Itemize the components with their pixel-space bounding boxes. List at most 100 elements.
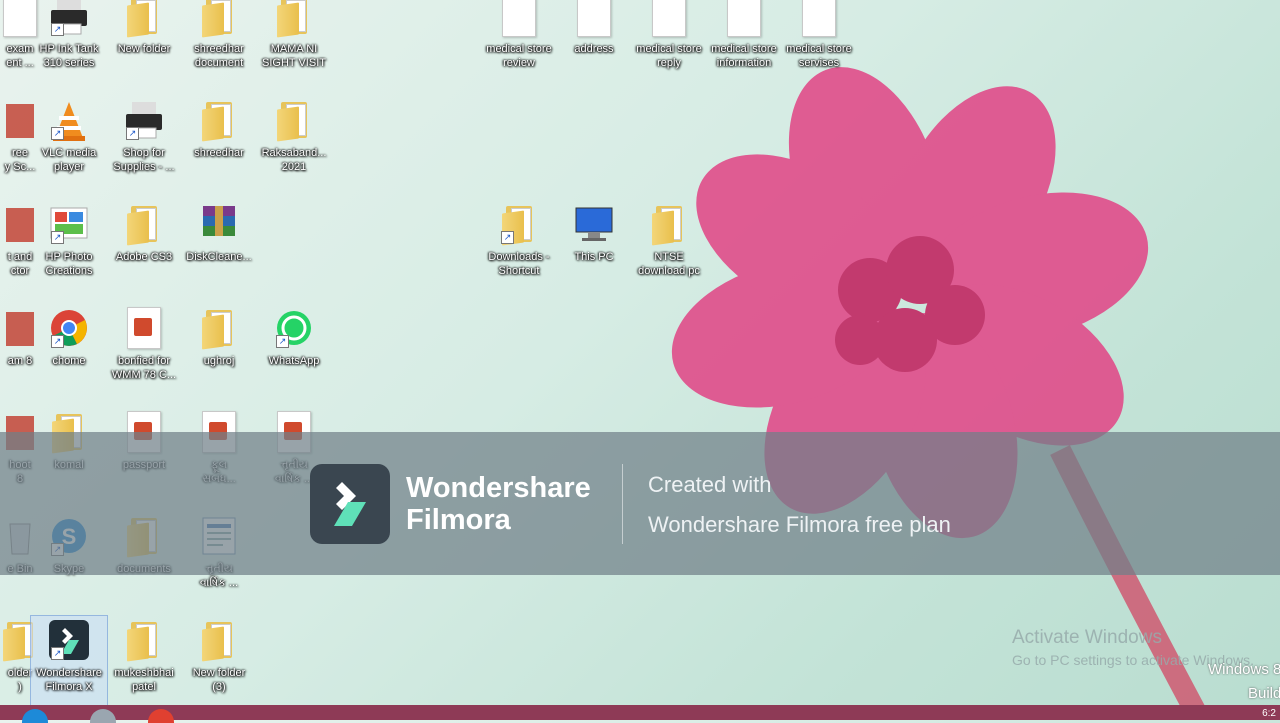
folder-icon	[197, 96, 241, 144]
watermark-divider	[622, 464, 623, 544]
filmora-logo-icon	[310, 464, 390, 544]
desktop-icon[interactable]: Raksaband... 2021	[256, 96, 332, 196]
desktop-icon[interactable]: shreedhar document	[181, 0, 257, 92]
skype-taskbar-icon[interactable]	[22, 709, 48, 723]
document-icon	[647, 0, 691, 40]
desktop-icon-label: New folder (3)	[192, 667, 246, 693]
desktop-icon-label: shreedhar	[194, 147, 244, 159]
os-build-label: Build	[1248, 685, 1280, 702]
shortcut-arrow-icon: ↗	[51, 231, 64, 244]
taskbar-clock[interactable]: 6:2	[1262, 708, 1276, 719]
os-name-label: Windows 8	[1208, 661, 1280, 678]
watermark-line2: Wondershare Filmora free plan	[648, 512, 951, 537]
folder-icon	[122, 0, 166, 40]
shortcut-arrow-icon: ↗	[51, 23, 64, 36]
folder-icon: ↗	[497, 200, 541, 248]
computer-icon	[572, 200, 616, 248]
folder-icon	[272, 96, 316, 144]
desktop-icon-label: WhatsApp	[268, 355, 320, 367]
taskbar[interactable]: 6:2	[0, 705, 1280, 723]
watermark-line1: Created with	[648, 472, 772, 497]
desktop-icon-label: ughroj	[203, 355, 235, 367]
shortcut-arrow-icon: ↗	[126, 127, 139, 140]
desktop-icon-label: medical store servises	[786, 43, 852, 69]
desktop-icon[interactable]: ↗ Shop for Supplies - ...	[106, 96, 182, 196]
file-explorer-taskbar-icon[interactable]	[90, 709, 116, 723]
desktop-icon[interactable]: mukeshbhai patel	[106, 616, 182, 716]
desktop-icon-label: HP Photo Creations	[45, 251, 93, 277]
desktop-icon[interactable]: ↗ Wondershare Filmora X	[30, 615, 108, 717]
shortcut-arrow-icon: ↗	[51, 647, 64, 660]
folder-icon	[122, 616, 166, 664]
activate-windows-title: Activate Windows	[1012, 627, 1162, 648]
photo-app-icon: ↗	[47, 200, 91, 248]
desktop-icon[interactable]: New folder	[106, 0, 182, 92]
desktop-icon-label: mukeshbhai patel	[114, 667, 174, 693]
wallpaper-flower	[671, 67, 1210, 720]
desktop-icon[interactable]: medical store information	[706, 0, 782, 92]
watermark-brand-line2: Filmora	[406, 504, 511, 536]
desktop-icon[interactable]: ughroj	[181, 304, 257, 404]
folder-icon	[647, 200, 691, 248]
desktop-icon[interactable]: This PC	[556, 200, 632, 300]
desktop-icon[interactable]: MAMA NI SIGHT VISIT	[256, 0, 332, 92]
desktop-icon-label: Shop for Supplies - ...	[113, 147, 175, 173]
shortcut-arrow-icon: ↗	[51, 335, 64, 348]
whatsapp-icon: ↗	[272, 304, 316, 352]
archive-icon	[197, 200, 241, 248]
folder-icon	[272, 0, 316, 40]
desktop-icon[interactable]: ↗ VLC media player	[31, 96, 107, 196]
desktop-icon-label: address	[574, 43, 614, 55]
document-icon	[797, 0, 841, 40]
desktop-icon[interactable]: NTSE download pc	[631, 200, 707, 300]
shortcut-arrow-icon: ↗	[51, 127, 64, 140]
printer-icon: ↗	[122, 96, 166, 144]
chrome-icon: ↗	[47, 304, 91, 352]
filmora-icon: ↗	[47, 616, 91, 664]
folder-icon	[197, 616, 241, 664]
document-icon	[572, 0, 616, 40]
desktop-icon[interactable]: DiskCleane...	[181, 200, 257, 300]
desktop-icon[interactable]: New folder (3)	[181, 616, 257, 716]
desktop-icon-label: medical store information	[711, 43, 777, 69]
printer-icon: ↗	[47, 0, 91, 40]
desktop-icon[interactable]: ↗ HP Ink Tank 310 series	[31, 0, 107, 92]
desktop-icon-label: chome	[52, 355, 86, 367]
document-icon	[497, 0, 541, 40]
desktop: exam ent ... ↗ HP Ink Tank 310 series New fol…	[0, 0, 1280, 723]
desktop-icon-label: Raksaband... 2021	[261, 147, 327, 173]
desktop-icon[interactable]: ↗ Downloads - Shortcut	[481, 200, 557, 300]
desktop-icon-label: MAMA NI SIGHT VISIT	[262, 43, 326, 69]
desktop-icon-label: DiskCleane...	[186, 251, 252, 263]
desktop-icon[interactable]: shreedhar	[181, 96, 257, 196]
vlc-icon: ↗	[47, 96, 91, 144]
desktop-icon-label: shreedhar document	[194, 43, 244, 69]
desktop-icon[interactable]: address	[556, 0, 632, 92]
desktop-icon-label: medical store reply	[636, 43, 702, 69]
shortcut-arrow-icon: ↗	[276, 335, 289, 348]
watermark-brand-line1: Wondershare	[406, 472, 591, 504]
desktop-icon[interactable]: medical store servises	[781, 0, 857, 92]
desktop-icon-label: VLC media player	[41, 147, 97, 173]
chrome-taskbar-icon[interactable]	[148, 709, 174, 723]
desktop-icon[interactable]: ↗ HP Photo Creations	[31, 200, 107, 300]
pdf-icon	[122, 304, 166, 352]
shortcut-arrow-icon: ↗	[501, 231, 514, 244]
desktop-icon[interactable]: ↗ chome	[31, 304, 107, 404]
desktop-icon[interactable]: Adobe CS3	[106, 200, 182, 300]
desktop-icon-label: Downloads - Shortcut	[488, 251, 550, 277]
desktop-icon-label: NTSE download pc	[638, 251, 700, 277]
desktop-icon-label: bonfied for WMM 78 C...	[111, 355, 177, 381]
desktop-icon[interactable]: medical store reply	[631, 0, 707, 92]
desktop-icon-label: medical store review	[486, 43, 552, 69]
desktop-icon[interactable]: ↗ WhatsApp	[256, 304, 332, 404]
filmora-watermark: Wondershare Filmora Created with Wonders…	[0, 432, 1280, 575]
desktop-icon[interactable]: bonfied for WMM 78 C...	[106, 304, 182, 404]
folder-icon	[122, 200, 166, 248]
desktop-icon-label: Adobe CS3	[115, 251, 173, 263]
desktop-icon-label: New folder	[117, 43, 171, 55]
document-icon	[722, 0, 766, 40]
desktop-icon[interactable]: medical store review	[481, 0, 557, 92]
folder-icon	[197, 0, 241, 40]
folder-icon	[197, 304, 241, 352]
